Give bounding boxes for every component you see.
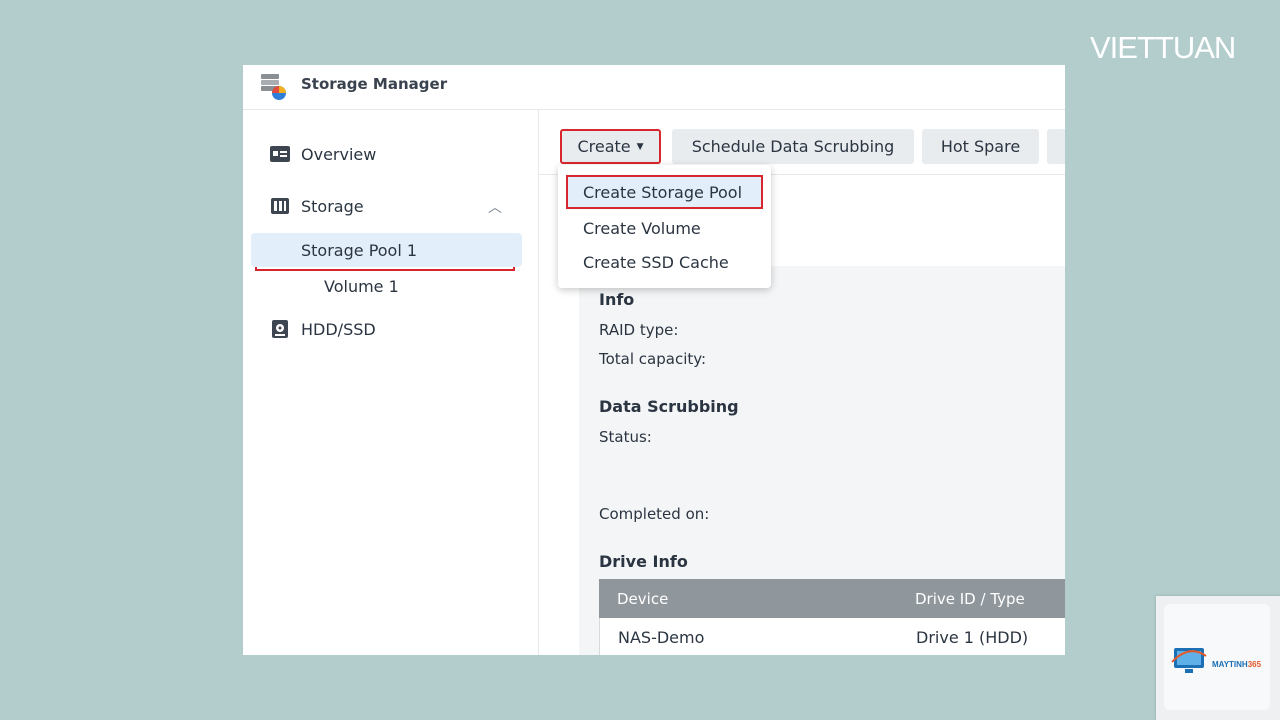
raid-type-label: RAID type: [599, 321, 679, 339]
table-cell-drive-id: Drive 1 (HDD) [916, 628, 1029, 647]
menu-item-create-volume[interactable]: Create Volume [566, 211, 763, 245]
computer-logo-icon [1171, 648, 1207, 673]
create-dropdown-menu: Create Storage Pool Create Volume Create… [558, 165, 771, 288]
table-cell-device: NAS-Demo [618, 628, 705, 647]
badge-card: MAYTINH365 [1164, 604, 1270, 710]
sidebar-item-label: Storage [301, 196, 364, 216]
sidebar-item-storage[interactable]: Storage ︿ [251, 189, 522, 223]
badge-text-a: MAYTINH [1212, 660, 1248, 669]
caret-down-icon: ▼ [636, 141, 644, 152]
drive-info-table: Device Drive ID / Type NAS-Demo Drive 1 … [599, 579, 1065, 655]
create-button[interactable]: Create ▼ [560, 129, 661, 164]
sidebar-item-label: Storage Pool 1 [301, 240, 418, 260]
more-toolbar-button[interactable] [1047, 129, 1065, 164]
completed-on-label: Completed on: [599, 505, 710, 523]
sidebar-item-volume-1[interactable]: Volume 1 [251, 269, 522, 303]
drive-info-title: Drive Info [599, 552, 688, 571]
overview-icon [269, 143, 291, 165]
menu-item-create-ssd-cache[interactable]: Create SSD Cache [566, 245, 763, 279]
column-header-device[interactable]: Device [617, 590, 668, 608]
storage-icon [269, 195, 291, 217]
sidebar-item-storage-pool-1[interactable]: Storage Pool 1 [251, 233, 522, 267]
badge-text-b: 365 [1247, 660, 1262, 669]
table-row[interactable]: NAS-Demo Drive 1 (HDD) [599, 618, 1065, 655]
sidebar: Overview Storage ︿ Storage Pool 1 Volume… [243, 110, 539, 655]
hdd-icon [269, 318, 291, 340]
chevron-up-icon[interactable]: ︿ [488, 197, 502, 217]
title-bar: Storage Manager [243, 65, 1065, 110]
storage-manager-window: Storage Manager Overview Storage ︿ Stora… [243, 65, 1065, 655]
create-button-label: Create [577, 137, 631, 156]
sidebar-item-overview[interactable]: Overview [251, 137, 522, 171]
sidebar-item-label: Volume 1 [324, 276, 399, 296]
app-title: Storage Manager [301, 75, 448, 93]
table-header: Device Drive ID / Type [599, 579, 1065, 618]
info-section-title: Info [599, 290, 635, 309]
schedule-data-scrubbing-button[interactable]: Schedule Data Scrubbing [672, 129, 914, 164]
scrubbing-status-label: Status: [599, 428, 652, 446]
storage-manager-app-icon [261, 74, 286, 100]
column-header-drive-id[interactable]: Drive ID / Type [915, 590, 1025, 608]
viettuan-logo: VIETTUAN [1090, 30, 1236, 65]
hot-spare-button[interactable]: Hot Spare [922, 129, 1039, 164]
sidebar-item-label: Overview [301, 144, 377, 164]
sidebar-item-label: HDD/SSD [301, 319, 376, 339]
badge-text: MAYTINH365 [1212, 660, 1261, 669]
sidebar-item-hdd-ssd[interactable]: HDD/SSD [251, 312, 522, 346]
pool-detail-panel: Info RAID type: Total capacity: Data Scr… [579, 266, 1065, 655]
maytinh365-badge: MAYTINH365 [1156, 596, 1280, 720]
data-scrubbing-title: Data Scrubbing [599, 397, 739, 416]
menu-item-create-storage-pool[interactable]: Create Storage Pool [566, 175, 763, 209]
total-capacity-label: Total capacity: [599, 350, 707, 368]
